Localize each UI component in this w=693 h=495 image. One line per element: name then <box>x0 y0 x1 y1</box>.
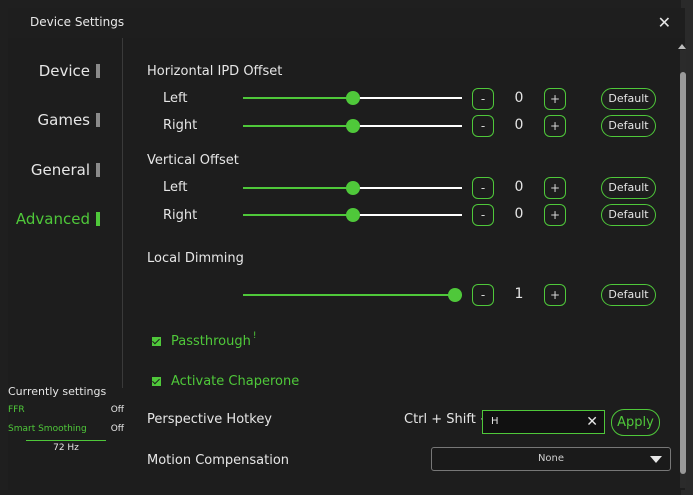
refresh-rate: 72 Hz <box>26 440 106 453</box>
sidebar-indicator <box>96 163 100 177</box>
hotkey-input-value: H <box>491 416 499 427</box>
scrollbar-thumb[interactable] <box>680 72 686 474</box>
sidebar-indicator <box>96 212 100 226</box>
sidebar-item-general[interactable]: General <box>31 161 100 179</box>
current-settings-title: Currently settings <box>8 385 107 398</box>
horizontal-ipd-left-default-button[interactable]: Default <box>601 88 656 110</box>
status-value: Off <box>110 405 124 415</box>
chaperone-checkbox[interactable] <box>152 377 161 386</box>
horizontal-ipd-right-minus-button[interactable]: - <box>472 115 494 137</box>
slider-fill <box>243 294 462 296</box>
horizontal-ipd-left-slider[interactable] <box>243 91 462 105</box>
current-settings-panel: Currently settings FFR Off Smart Smoothi… <box>8 385 128 453</box>
horizontal-ipd-left-minus-button[interactable]: - <box>472 88 494 110</box>
slider-handle[interactable] <box>448 288 462 302</box>
row-label-left: Left <box>163 91 188 106</box>
horizontal-ipd-left-value: 0 <box>514 90 524 106</box>
section-title-horizontal-ipd: Horizontal IPD Offset <box>147 64 283 79</box>
passthrough-checkbox[interactable] <box>152 337 161 346</box>
local-dimming-default-button[interactable]: Default <box>601 284 656 306</box>
sidebar-item-label: Device <box>38 62 90 80</box>
slider-fill <box>243 187 353 189</box>
horizontal-ipd-left-plus-button[interactable]: + <box>544 88 566 110</box>
vertical-offset-right-value: 0 <box>514 206 524 222</box>
horizontal-ipd-right-default-button[interactable]: Default <box>601 115 656 137</box>
slider-handle[interactable] <box>345 208 360 222</box>
select-value: None <box>537 453 565 464</box>
scroll-up-icon[interactable] <box>678 44 686 49</box>
apply-button[interactable]: Apply <box>611 409 660 436</box>
sidebar-item-label: Games <box>37 111 90 129</box>
vertical-offset-left-default-button[interactable]: Default <box>601 177 656 199</box>
vertical-offset-left-value: 0 <box>514 179 524 195</box>
vertical-offset-left-minus-button[interactable]: - <box>472 177 494 199</box>
sidebar-indicator <box>96 64 100 78</box>
sidebar-item-advanced[interactable]: Advanced <box>16 210 100 228</box>
vertical-offset-right-default-button[interactable]: Default <box>601 204 656 226</box>
sidebar-item-games[interactable]: Games <box>38 111 100 129</box>
local-dimming-minus-button[interactable]: - <box>472 284 494 306</box>
status-key: FFR <box>8 405 25 415</box>
hotkey-input[interactable]: H ✕ <box>482 410 605 434</box>
slider-fill <box>243 97 353 99</box>
slider-handle[interactable] <box>345 181 360 195</box>
vertical-offset-right-plus-button[interactable]: + <box>544 204 566 226</box>
device-settings-window: Device Settings ✕ Device Games General A… <box>0 0 693 495</box>
status-value: Off <box>110 424 124 434</box>
motion-compensation-label: Motion Compensation <box>147 453 290 468</box>
sidebar-item-device[interactable]: Device <box>39 62 100 80</box>
slider-fill <box>243 125 353 127</box>
vertical-offset-left-slider[interactable] <box>243 181 462 195</box>
section-title-local-dimming: Local Dimming <box>147 251 244 266</box>
info-icon[interactable]: ! <box>253 331 257 341</box>
hotkey-modifier-text: Ctrl + Shift + <box>404 412 491 427</box>
horizontal-ipd-right-slider[interactable] <box>243 119 462 133</box>
passthrough-checkbox-row[interactable]: Passthrough ! <box>152 331 257 349</box>
sidebar-item-label: Advanced <box>15 210 90 228</box>
window-title: Device Settings <box>30 15 125 29</box>
sidebar-indicator <box>96 113 100 127</box>
slider-fill <box>243 214 353 216</box>
local-dimming-value: 1 <box>514 286 524 302</box>
clear-icon[interactable]: ✕ <box>586 411 598 433</box>
slider-handle[interactable] <box>345 91 360 105</box>
row-label-left: Left <box>163 180 188 195</box>
perspective-hotkey-label: Perspective Hotkey <box>147 412 273 427</box>
title-bar: Device Settings ✕ <box>8 8 685 38</box>
motion-compensation-select[interactable]: None <box>431 447 671 471</box>
sidebar-item-label: General <box>30 161 90 179</box>
vertical-offset-right-minus-button[interactable]: - <box>472 204 494 226</box>
sidebar: Device Games General Advanced <box>8 38 123 388</box>
close-icon[interactable]: ✕ <box>658 13 671 32</box>
slider-handle[interactable] <box>345 119 360 133</box>
horizontal-ipd-right-value: 0 <box>514 117 524 133</box>
row-label-right: Right <box>163 208 198 223</box>
chaperone-checkbox-row[interactable]: Activate Chaperone <box>152 374 299 389</box>
chaperone-label: Activate Chaperone <box>171 374 300 389</box>
row-label-right: Right <box>163 118 198 133</box>
local-dimming-plus-button[interactable]: + <box>544 284 566 306</box>
local-dimming-slider[interactable] <box>243 288 462 302</box>
vertical-offset-left-plus-button[interactable]: + <box>544 177 566 199</box>
horizontal-ipd-right-plus-button[interactable]: + <box>544 115 566 137</box>
passthrough-label: Passthrough <box>171 334 251 349</box>
vertical-offset-right-slider[interactable] <box>243 208 462 222</box>
status-key: Smart Smoothing <box>8 424 87 434</box>
section-title-vertical-offset: Vertical Offset <box>147 153 239 168</box>
chevron-down-icon <box>650 456 662 463</box>
